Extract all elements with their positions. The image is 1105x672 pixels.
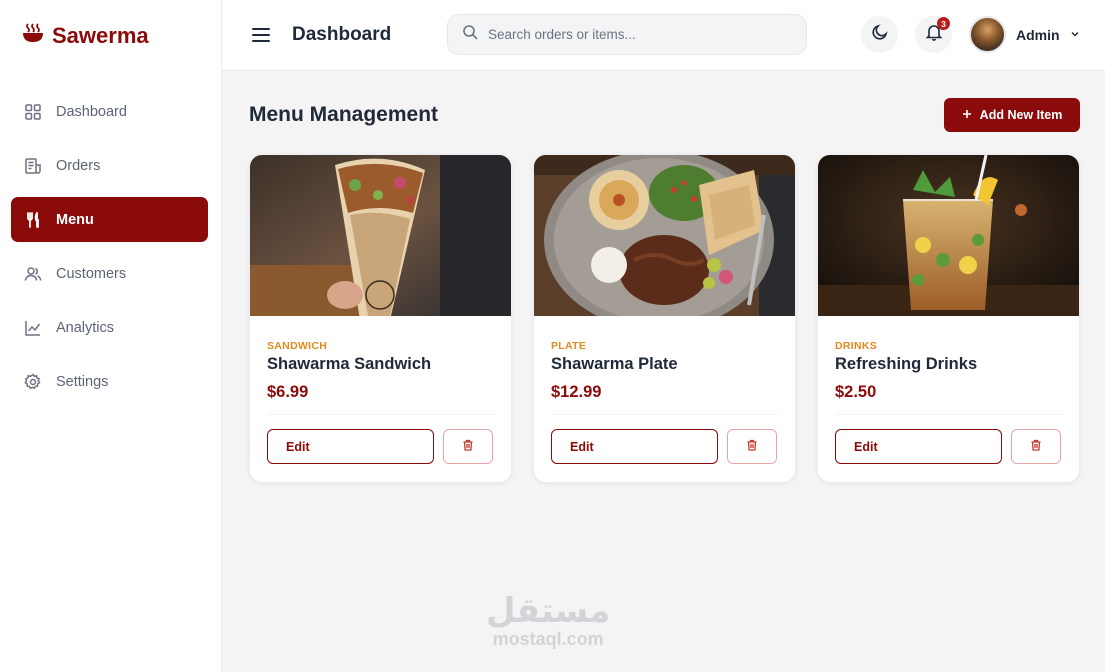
gear-icon xyxy=(24,372,42,391)
delete-button[interactable] xyxy=(727,429,777,464)
add-new-item-label: Add New Item xyxy=(979,108,1063,122)
search-icon xyxy=(462,24,478,45)
trash-icon xyxy=(1030,439,1042,454)
delete-button[interactable] xyxy=(443,429,493,464)
hamburger-menu-icon[interactable] xyxy=(251,25,271,45)
item-name: Shawarma Sandwich xyxy=(267,355,432,373)
sidebar: Sawerma Dashboard Orders Menu Customers xyxy=(0,0,222,672)
users-icon xyxy=(24,265,42,283)
notifications-button[interactable]: 3 xyxy=(915,16,952,53)
sidebar-item-label: Orders xyxy=(56,157,101,174)
sidebar-item-analytics[interactable]: Analytics xyxy=(11,305,208,350)
refreshing-drinks-image xyxy=(818,155,1079,316)
edit-button[interactable]: Edit xyxy=(835,429,1002,464)
sidebar-item-settings[interactable]: Settings xyxy=(11,359,208,404)
menu-item-card: SANDWICH Shawarma Sandwich $6.99 Edit xyxy=(250,155,511,482)
divider xyxy=(551,414,778,415)
sidebar-item-label: Customers xyxy=(56,265,127,282)
item-name: Shawarma Plate xyxy=(551,355,678,373)
sidebar-item-menu[interactable]: Menu xyxy=(11,197,208,242)
item-price: $6.99 xyxy=(267,383,309,401)
trash-icon xyxy=(462,439,474,454)
plus-icon xyxy=(962,108,972,122)
brand-name: Sawerma xyxy=(52,22,149,48)
avatar xyxy=(969,16,1006,53)
item-name: Refreshing Drinks xyxy=(835,355,978,373)
sidebar-item-customers[interactable]: Customers xyxy=(11,251,208,296)
sidebar-item-label: Settings xyxy=(56,373,109,390)
shawarma-plate-image xyxy=(534,155,795,316)
shawarma-sandwich-image xyxy=(250,155,511,316)
notification-badge: 3 xyxy=(937,17,950,30)
chevron-down-icon xyxy=(1070,26,1080,44)
sidebar-item-label: Dashboard xyxy=(56,103,127,120)
bowl-steam-icon xyxy=(22,22,44,49)
watermark-latin: mostaql.com xyxy=(492,629,604,649)
search-input[interactable] xyxy=(488,27,778,42)
sidebar-nav: Dashboard Orders Menu Customers Analytic… xyxy=(11,89,208,413)
section-title: Menu Management xyxy=(249,103,439,126)
sidebar-item-label: Analytics xyxy=(56,319,115,336)
user-menu[interactable]: Admin xyxy=(969,16,1080,53)
sidebar-item-dashboard[interactable]: Dashboard xyxy=(11,89,208,134)
theme-toggle-button[interactable] xyxy=(861,16,898,53)
item-price: $2.50 xyxy=(835,383,877,401)
sidebar-item-label: Menu xyxy=(56,211,94,228)
edit-button[interactable]: Edit xyxy=(267,429,434,464)
grid-icon xyxy=(24,103,42,121)
moon-icon xyxy=(871,23,889,46)
receipt-icon xyxy=(24,157,42,175)
utensils-icon xyxy=(24,211,42,229)
user-name: Admin xyxy=(1016,26,1060,43)
menu-item-card: DRINKS Refreshing Drinks $2.50 Edit xyxy=(818,155,1079,482)
search-box[interactable] xyxy=(447,14,807,55)
item-price: $12.99 xyxy=(551,383,602,401)
top-header: Dashboard 3 Admin xyxy=(222,0,1105,71)
menu-item-card: PLATE Shawarma Plate $12.99 Edit xyxy=(534,155,795,482)
add-new-item-button[interactable]: Add New Item xyxy=(944,98,1080,132)
watermark: مستقل mostaql.com xyxy=(486,592,610,648)
watermark-arabic: مستقل xyxy=(486,591,611,631)
edit-button[interactable]: Edit xyxy=(551,429,718,464)
brand-logo[interactable]: Sawerma xyxy=(22,22,149,49)
divider xyxy=(267,414,494,415)
item-category: PLATE xyxy=(551,340,587,352)
item-category: DRINKS xyxy=(835,340,878,352)
trash-icon xyxy=(746,439,758,454)
item-category: SANDWICH xyxy=(267,340,328,352)
sidebar-item-orders[interactable]: Orders xyxy=(11,143,208,188)
chart-line-icon xyxy=(24,319,42,337)
delete-button[interactable] xyxy=(1011,429,1061,464)
divider xyxy=(835,414,1062,415)
page-title: Dashboard xyxy=(292,24,392,45)
